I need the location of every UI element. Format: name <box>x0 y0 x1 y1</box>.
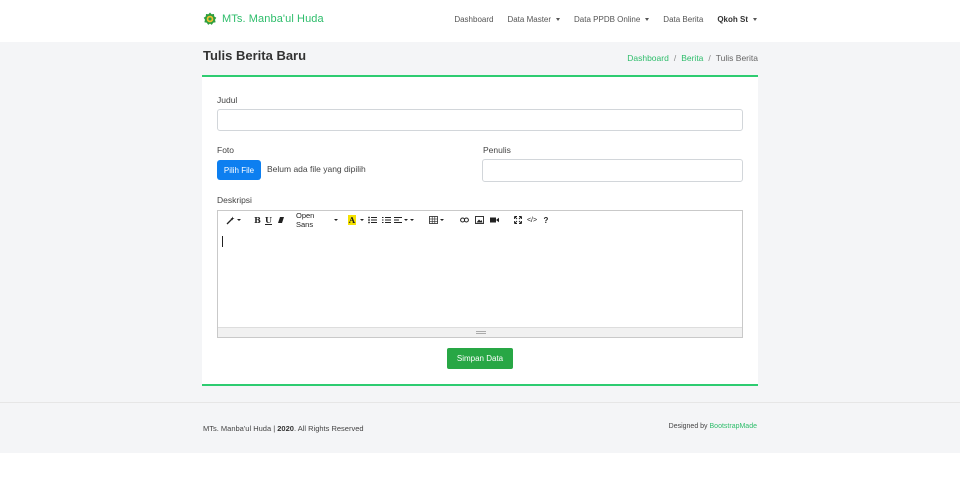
picture-icon[interactable] <box>472 213 487 227</box>
nav-data-ppdb-label: Data PPDB Online <box>574 15 641 24</box>
nav-data-berita-label: Data Berita <box>663 15 704 24</box>
nav-data-berita[interactable]: Data Berita <box>663 15 703 24</box>
underline-icon[interactable]: U <box>263 213 274 227</box>
footer-designer-link[interactable]: BootstrapMade <box>710 423 757 430</box>
file-status-text: Belum ada file yang dipilih <box>267 164 366 174</box>
chevron-down-icon <box>753 18 757 21</box>
nav-dashboard-label: Dashboard <box>454 15 494 24</box>
code-view-icon[interactable]: </> <box>524 213 540 227</box>
footer-rights: . All Rights Reserved <box>293 424 364 433</box>
footer-year: 2020 <box>277 424 294 433</box>
editor-content-area[interactable] <box>218 229 742 327</box>
choose-file-button[interactable]: Pilih File <box>217 160 261 180</box>
breadcrumb-separator: / <box>673 53 677 63</box>
eraser-icon[interactable] <box>274 213 287 227</box>
foto-label: Foto <box>217 145 235 155</box>
top-navbar: MTs. Manba'ul Huda Dashboard Data Master… <box>0 0 960 42</box>
save-button[interactable]: Simpan Data <box>447 348 513 369</box>
font-name-value: Open Sans <box>296 211 315 229</box>
editor-resize-bar[interactable] <box>218 327 742 337</box>
font-name-dropdown[interactable]: Open Sans <box>296 211 338 229</box>
paragraph-align-icon[interactable] <box>393 213 415 227</box>
table-icon[interactable] <box>424 213 448 227</box>
user-name: Qkoh St <box>717 15 748 24</box>
bold-icon[interactable]: B <box>252 213 263 227</box>
main-nav: Dashboard Data Master Data PPDB Online D… <box>454 15 757 24</box>
breadcrumb-berita[interactable]: Berita <box>681 53 703 63</box>
breadcrumb: Dashboard / Berita / Tulis Berita <box>627 53 758 63</box>
penulis-input[interactable] <box>482 159 743 182</box>
magic-style-icon[interactable] <box>223 213 243 227</box>
deskripsi-label: Deskripsi <box>217 195 252 205</box>
color-dropdown-caret[interactable] <box>357 213 365 227</box>
resize-grip-icon <box>476 331 486 334</box>
ordered-list-icon[interactable] <box>379 213 393 227</box>
breadcrumb-current: Tulis Berita <box>715 53 758 63</box>
text-cursor <box>222 236 223 247</box>
fullscreen-icon[interactable] <box>511 213 524 227</box>
rich-text-editor: B U Open Sans A </> ? <box>217 210 743 338</box>
page-title: Tulis Berita Baru <box>203 48 307 63</box>
brand[interactable]: MTs. Manba'ul Huda <box>203 12 324 26</box>
nav-data-master-label: Data Master <box>507 15 552 24</box>
footer-school: MTs. Manba'ul Huda <box>203 424 272 433</box>
nav-data-master[interactable]: Data Master <box>507 15 561 24</box>
news-form-card: Judul Foto Pilih File Belum ada file yan… <box>202 75 758 386</box>
editor-toolbar: B U Open Sans A </> ? <box>218 211 742 229</box>
judul-input[interactable] <box>217 109 743 131</box>
breadcrumb-dashboard[interactable]: Dashboard <box>627 53 669 63</box>
school-logo-icon <box>203 12 217 25</box>
brand-name: MTs. Manba'ul Huda <box>222 13 324 25</box>
footer-copyright: MTs. Manba'ul Huda | 2020. All Rights Re… <box>203 424 364 433</box>
help-icon[interactable]: ? <box>540 213 552 227</box>
chevron-down-icon <box>645 18 650 21</box>
footer-designed-by: Designed by <box>668 423 708 430</box>
breadcrumb-separator: / <box>708 53 711 63</box>
nav-data-ppdb-online[interactable]: Data PPDB Online <box>574 15 650 24</box>
chevron-down-icon <box>556 18 561 21</box>
page-header: Tulis Berita Baru Dashboard / Berita / T… <box>203 48 758 68</box>
unordered-list-icon[interactable] <box>365 213 379 227</box>
nav-user-menu[interactable]: Qkoh St <box>717 15 757 24</box>
nav-dashboard[interactable]: Dashboard <box>454 15 493 24</box>
footer: MTs. Manba'ul Huda | 2020. All Rights Re… <box>0 402 960 453</box>
text-color-icon[interactable]: A <box>347 213 357 227</box>
judul-label: Judul <box>217 95 238 105</box>
footer-credit: Designed by BootstrapMade <box>669 423 757 430</box>
link-icon[interactable] <box>457 213 472 227</box>
video-icon[interactable] <box>487 213 502 227</box>
penulis-label: Penulis <box>483 145 511 155</box>
